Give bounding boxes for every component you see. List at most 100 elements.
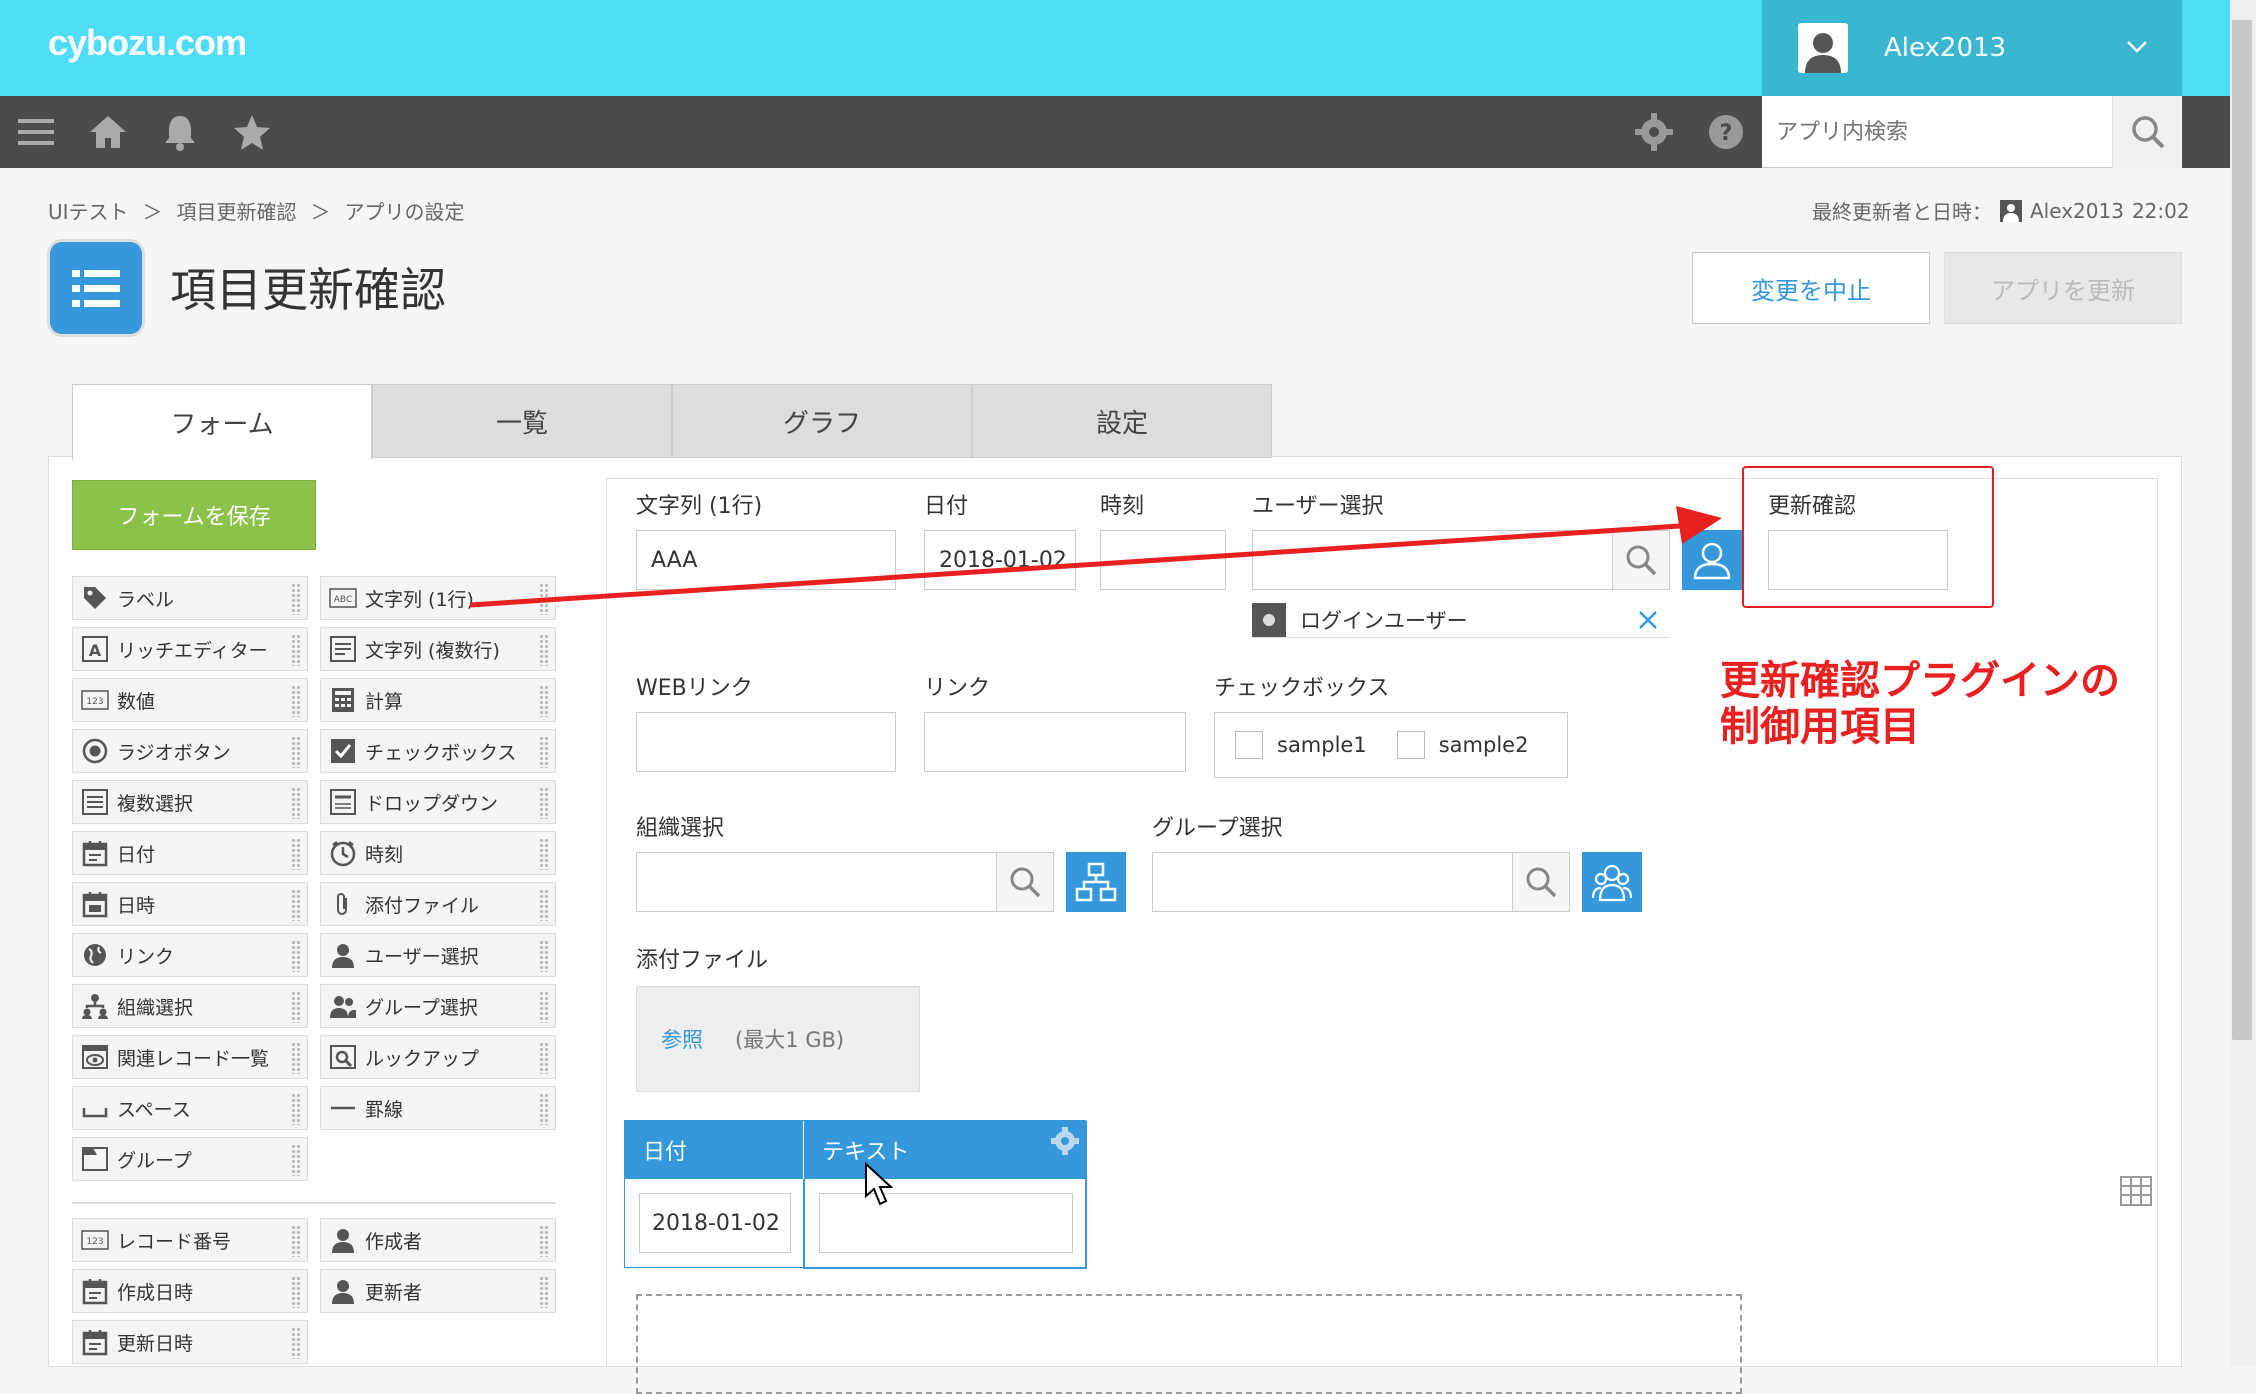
palette-item[interactable]: 文字列 (複数行): [320, 627, 556, 671]
search-button[interactable]: [2112, 96, 2182, 168]
palette-item[interactable]: 罫線: [320, 1086, 556, 1130]
drag-handle-icon[interactable]: [539, 991, 549, 1023]
drag-handle-icon[interactable]: [539, 889, 549, 921]
drag-handle-icon[interactable]: [539, 838, 549, 870]
drag-handle-icon[interactable]: [291, 1042, 301, 1074]
palette-item[interactable]: 123 数値: [72, 678, 308, 722]
text-field[interactable]: AAA: [636, 530, 896, 590]
tab-settings[interactable]: 設定: [972, 384, 1272, 458]
palette-item[interactable]: A リッチエディター: [72, 627, 308, 671]
org-search-button[interactable]: [996, 852, 1054, 912]
save-form-button[interactable]: フォームを保存: [72, 480, 316, 550]
user-picker-button[interactable]: [1682, 530, 1742, 590]
palette-item[interactable]: 時刻: [320, 831, 556, 875]
drag-handle-icon[interactable]: [539, 1042, 549, 1074]
drag-handle-icon[interactable]: [291, 838, 301, 870]
drag-handle-icon[interactable]: [291, 685, 301, 717]
date-field[interactable]: 2018-01-02: [924, 530, 1076, 590]
palette-item[interactable]: 日付: [72, 831, 308, 875]
help-icon[interactable]: ?: [1704, 110, 1748, 154]
palette-item[interactable]: 添付ファイル: [320, 882, 556, 926]
bell-icon[interactable]: [158, 110, 202, 154]
palette-item[interactable]: ユーザー選択: [320, 933, 556, 977]
star-icon[interactable]: [230, 110, 274, 154]
drag-handle-icon[interactable]: [539, 1276, 549, 1308]
drag-handle-icon[interactable]: [539, 685, 549, 717]
group-picker-button[interactable]: [1582, 852, 1642, 912]
drag-handle-icon[interactable]: [291, 991, 301, 1023]
drag-handle-icon[interactable]: [539, 1093, 549, 1125]
palette-item[interactable]: グループ選択: [320, 984, 556, 1028]
drag-handle-icon[interactable]: [291, 1093, 301, 1125]
table-date-cell[interactable]: 2018-01-02: [639, 1193, 791, 1253]
checkbox[interactable]: [1396, 731, 1425, 759]
palette-item[interactable]: ラベル: [72, 576, 308, 620]
drag-handle-icon[interactable]: [291, 889, 301, 921]
drag-handle-icon[interactable]: [291, 787, 301, 819]
palette-item[interactable]: ドロップダウン: [320, 780, 556, 824]
drag-handle-icon[interactable]: [539, 634, 549, 666]
group-search-button[interactable]: [1512, 852, 1570, 912]
menu-icon[interactable]: [14, 110, 58, 154]
palette-item[interactable]: 作成日時: [72, 1269, 308, 1313]
user-search-button[interactable]: [1612, 530, 1670, 590]
close-icon[interactable]: [1636, 608, 1660, 632]
drag-handle-icon[interactable]: [291, 1327, 301, 1359]
palette-item[interactable]: 作成者: [320, 1218, 556, 1262]
palette-item[interactable]: スペース: [72, 1086, 308, 1130]
palette-item[interactable]: チェックボックス: [320, 729, 556, 773]
palette-item[interactable]: 複数選択: [72, 780, 308, 824]
palette-item[interactable]: 日時: [72, 882, 308, 926]
user-menu[interactable]: Alex2013: [1762, 0, 2182, 96]
drag-handle-icon[interactable]: [291, 1144, 301, 1176]
cancel-button[interactable]: 変更を中止: [1692, 252, 1930, 324]
palette-item[interactable]: 更新日時: [72, 1320, 308, 1364]
palette-item[interactable]: ルックアップ: [320, 1035, 556, 1079]
breadcrumb-item[interactable]: UIテスト: [48, 196, 129, 225]
web-link-field[interactable]: [636, 712, 896, 772]
tab-graph[interactable]: グラフ: [672, 384, 972, 458]
drag-handle-icon[interactable]: [291, 634, 301, 666]
search-input[interactable]: [1776, 110, 2106, 154]
scrollbar-thumb[interactable]: [2232, 20, 2252, 1040]
org-picker-button[interactable]: [1066, 852, 1126, 912]
palette-item[interactable]: 関連レコード一覧: [72, 1035, 308, 1079]
drag-handle-icon[interactable]: [539, 736, 549, 768]
logo[interactable]: cybozu.com: [48, 22, 247, 64]
home-icon[interactable]: [86, 110, 130, 154]
palette-item[interactable]: リンク: [72, 933, 308, 977]
tab-list[interactable]: 一覧: [372, 384, 672, 458]
time-field[interactable]: [1100, 530, 1226, 590]
link-field[interactable]: [924, 712, 1186, 772]
drag-handle-icon[interactable]: [291, 583, 301, 615]
palette-item[interactable]: ABC 文字列 (1行): [320, 576, 556, 620]
drag-handle-icon[interactable]: [539, 787, 549, 819]
table-header-text[interactable]: テキスト: [803, 1121, 1087, 1179]
drop-zone[interactable]: [636, 1294, 1742, 1394]
drag-handle-icon[interactable]: [291, 1276, 301, 1308]
drag-handle-icon[interactable]: [539, 1225, 549, 1257]
update-app-button[interactable]: アプリを更新: [1944, 252, 2182, 324]
drag-handle-icon[interactable]: [539, 583, 549, 615]
palette-item[interactable]: グループ: [72, 1137, 308, 1181]
user-select-input[interactable]: [1252, 530, 1614, 590]
gear-icon[interactable]: [1049, 1125, 1081, 1157]
palette-item[interactable]: 組織選択: [72, 984, 308, 1028]
drag-handle-icon[interactable]: [539, 940, 549, 972]
table-text-cell[interactable]: [819, 1193, 1073, 1253]
checkbox[interactable]: [1235, 731, 1263, 759]
palette-item[interactable]: ラジオボタン: [72, 729, 308, 773]
browse-link[interactable]: 参照: [661, 1024, 703, 1054]
table-grid-icon[interactable]: [2120, 1176, 2152, 1206]
drag-handle-icon[interactable]: [291, 940, 301, 972]
drag-handle-icon[interactable]: [291, 736, 301, 768]
drag-handle-icon[interactable]: [291, 1225, 301, 1257]
palette-item[interactable]: 123 レコード番号: [72, 1218, 308, 1262]
tab-form[interactable]: フォーム: [72, 384, 372, 460]
last-updated-user[interactable]: Alex2013: [2030, 199, 2124, 223]
breadcrumb-item[interactable]: 項目更新確認: [177, 196, 297, 225]
gear-icon[interactable]: [1632, 110, 1676, 154]
group-select-input[interactable]: [1152, 852, 1514, 912]
palette-item[interactable]: 更新者: [320, 1269, 556, 1313]
org-select-input[interactable]: [636, 852, 998, 912]
